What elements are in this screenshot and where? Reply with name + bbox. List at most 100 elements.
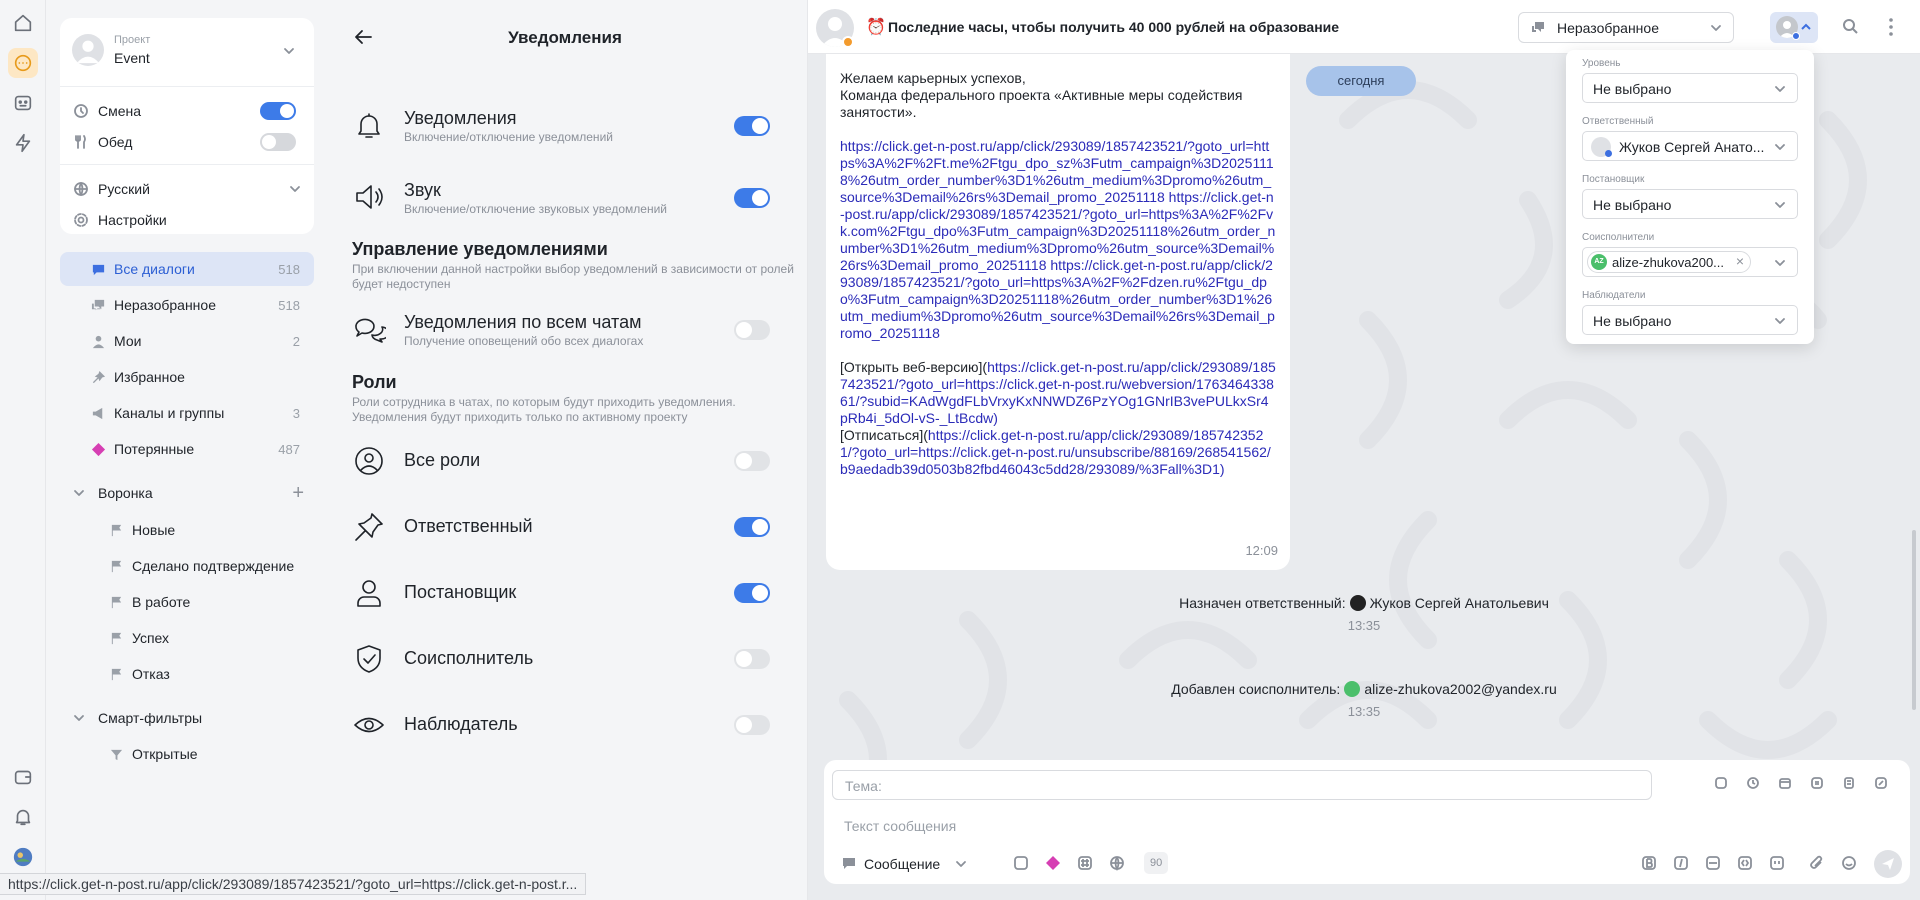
funnel-item[interactable]: Отказ bbox=[60, 659, 314, 689]
lunch-toggle[interactable] bbox=[260, 133, 296, 151]
observers-field: Наблюдатели Не выбрано bbox=[1582, 290, 1798, 335]
search-icon[interactable] bbox=[1842, 18, 1860, 36]
nav-all-dialogs[interactable]: Все диалоги 518 bbox=[60, 252, 314, 286]
subject-input[interactable]: Тема: bbox=[832, 770, 1652, 800]
funnel-item-label: Новые bbox=[132, 522, 176, 538]
chevron-down-icon bbox=[72, 486, 86, 500]
folder-select[interactable]: Неразобранное bbox=[1518, 12, 1734, 43]
funnel-item[interactable]: В работе bbox=[60, 587, 314, 617]
sidebar: Проект Event Смена Обед Русский Настройк… bbox=[46, 0, 322, 900]
roles-section: Роли Роли сотрудника в чатах, по которым… bbox=[352, 372, 802, 425]
project-selector[interactable]: Проект Event bbox=[72, 30, 302, 70]
chevron-down-icon bbox=[1773, 82, 1787, 96]
chevron-down-icon bbox=[954, 857, 968, 871]
emoji-icon[interactable] bbox=[1840, 854, 1858, 872]
smart-filters-label: Смарт-фильтры bbox=[98, 710, 203, 726]
user-avatar[interactable] bbox=[8, 842, 38, 872]
template-icon[interactable] bbox=[1714, 776, 1728, 790]
observer-toggle[interactable] bbox=[734, 715, 770, 735]
funnel-section-header[interactable]: Воронка + bbox=[72, 481, 314, 505]
funnel-item-label: Отказ bbox=[132, 666, 170, 682]
project-name: Event bbox=[114, 50, 150, 66]
ai-icon[interactable] bbox=[1012, 854, 1030, 872]
scrollbar[interactable] bbox=[1912, 530, 1916, 710]
smart-filter-item[interactable]: Открытые bbox=[60, 739, 314, 769]
field-value: Не выбрано bbox=[1593, 197, 1672, 213]
chevron-down-icon bbox=[1773, 198, 1787, 212]
clock-icon[interactable] bbox=[1746, 776, 1760, 790]
funnel-item[interactable]: Новые bbox=[60, 515, 314, 545]
chats-icon bbox=[1531, 21, 1545, 35]
role-row-observer: Наблюдатель bbox=[352, 708, 802, 742]
responsible-select[interactable]: Жуков Сергей Анато... bbox=[1582, 131, 1798, 161]
role-row-all: Все роли bbox=[352, 444, 802, 478]
bold-icon[interactable] bbox=[1640, 854, 1658, 872]
row-title: Уведомления bbox=[404, 108, 517, 128]
italic-icon[interactable] bbox=[1672, 854, 1690, 872]
funnel-item[interactable]: Успех bbox=[60, 623, 314, 653]
nav-channels[interactable]: Каналы и группы 3 bbox=[60, 396, 314, 430]
system-prefix: Добавлен соисполнитель: bbox=[1171, 681, 1341, 697]
sound-toggle[interactable] bbox=[734, 188, 770, 208]
funnel-item[interactable]: Сделано подтверждение bbox=[60, 551, 314, 581]
row-title: Звук bbox=[404, 180, 441, 200]
responsible-toggle[interactable] bbox=[734, 517, 770, 537]
language-selector[interactable]: Русский bbox=[72, 178, 302, 200]
message-input[interactable]: Текст сообщения bbox=[844, 818, 956, 834]
creator-toggle[interactable] bbox=[734, 583, 770, 603]
nav-unsorted[interactable]: Неразобранное 518 bbox=[60, 288, 314, 322]
code-icon[interactable] bbox=[1736, 854, 1754, 872]
creator-select[interactable]: Не выбрано bbox=[1582, 189, 1798, 219]
assignment-panel: Уровень Не выбрано Ответственный Жуков С… bbox=[1566, 50, 1814, 344]
folder-label: Неразобранное bbox=[1557, 20, 1659, 36]
lunch-label: Обед bbox=[98, 134, 133, 150]
quote-icon[interactable] bbox=[1768, 854, 1786, 872]
strikethrough-icon[interactable] bbox=[1704, 854, 1722, 872]
list-icon[interactable] bbox=[1810, 776, 1824, 790]
nav-mine[interactable]: Мои 2 bbox=[60, 324, 314, 358]
message-type-select[interactable]: Сообщение bbox=[842, 852, 968, 876]
bot-icon[interactable] bbox=[8, 88, 38, 118]
calendar-icon[interactable] bbox=[1778, 776, 1792, 790]
chat-area: Желаем карьерных успехов, Команда федера… bbox=[808, 0, 1920, 900]
chevron-down-icon bbox=[288, 182, 302, 196]
nav-label: Все диалоги bbox=[114, 261, 195, 277]
system-time: 13:35 bbox=[1347, 618, 1381, 633]
close-icon[interactable]: × bbox=[1736, 253, 1744, 269]
notifications-toggle[interactable] bbox=[734, 116, 770, 136]
diamond-icon[interactable] bbox=[1044, 854, 1062, 872]
coexec-select[interactable]: AZ alize-zhukova200... × bbox=[1582, 247, 1798, 277]
hashtag-icon[interactable] bbox=[1076, 854, 1094, 872]
row-title: Постановщик bbox=[404, 582, 517, 602]
plugin-icon[interactable] bbox=[1874, 776, 1888, 790]
coexec-toggle[interactable] bbox=[734, 649, 770, 669]
settings-link[interactable]: Настройки bbox=[72, 209, 302, 231]
send-button[interactable] bbox=[1874, 850, 1902, 878]
assignee-button[interactable] bbox=[1770, 12, 1818, 43]
nav-favorites[interactable]: Избранное bbox=[60, 360, 314, 394]
message-links[interactable]: https://click.get-n-post.ru/app/click/29… bbox=[840, 138, 1276, 342]
all-roles-toggle[interactable] bbox=[734, 451, 770, 471]
responsible-field: Ответственный Жуков Сергей Анато... bbox=[1582, 116, 1798, 161]
observers-select[interactable]: Не выбрано bbox=[1582, 305, 1798, 335]
smart-filters-header[interactable]: Смарт-фильтры bbox=[72, 706, 314, 730]
nav-lost[interactable]: Потерянные 487 bbox=[60, 432, 314, 466]
attach-icon[interactable] bbox=[1808, 854, 1826, 872]
nav-count: 518 bbox=[278, 261, 300, 277]
wallet-icon[interactable] bbox=[8, 762, 38, 792]
more-vertical-icon[interactable] bbox=[1882, 16, 1900, 38]
field-caption: Соисполнители bbox=[1582, 232, 1655, 243]
globe-icon[interactable] bbox=[1108, 854, 1126, 872]
shift-toggle[interactable] bbox=[260, 102, 296, 120]
chat-title: Последние часы, чтобы получить 40 000 ру… bbox=[888, 19, 1340, 35]
lightning-icon[interactable] bbox=[8, 128, 38, 158]
level-select[interactable]: Не выбрано bbox=[1582, 73, 1798, 103]
clipboard-icon[interactable] bbox=[1842, 776, 1856, 790]
bell-icon[interactable] bbox=[8, 802, 38, 832]
nav-label: Каналы и группы bbox=[114, 405, 225, 421]
all-chats-toggle[interactable] bbox=[734, 320, 770, 340]
home-icon[interactable] bbox=[8, 8, 38, 38]
chats-icon[interactable] bbox=[8, 48, 38, 78]
add-icon[interactable]: + bbox=[292, 483, 304, 503]
field-caption: Уровень bbox=[1582, 58, 1621, 69]
